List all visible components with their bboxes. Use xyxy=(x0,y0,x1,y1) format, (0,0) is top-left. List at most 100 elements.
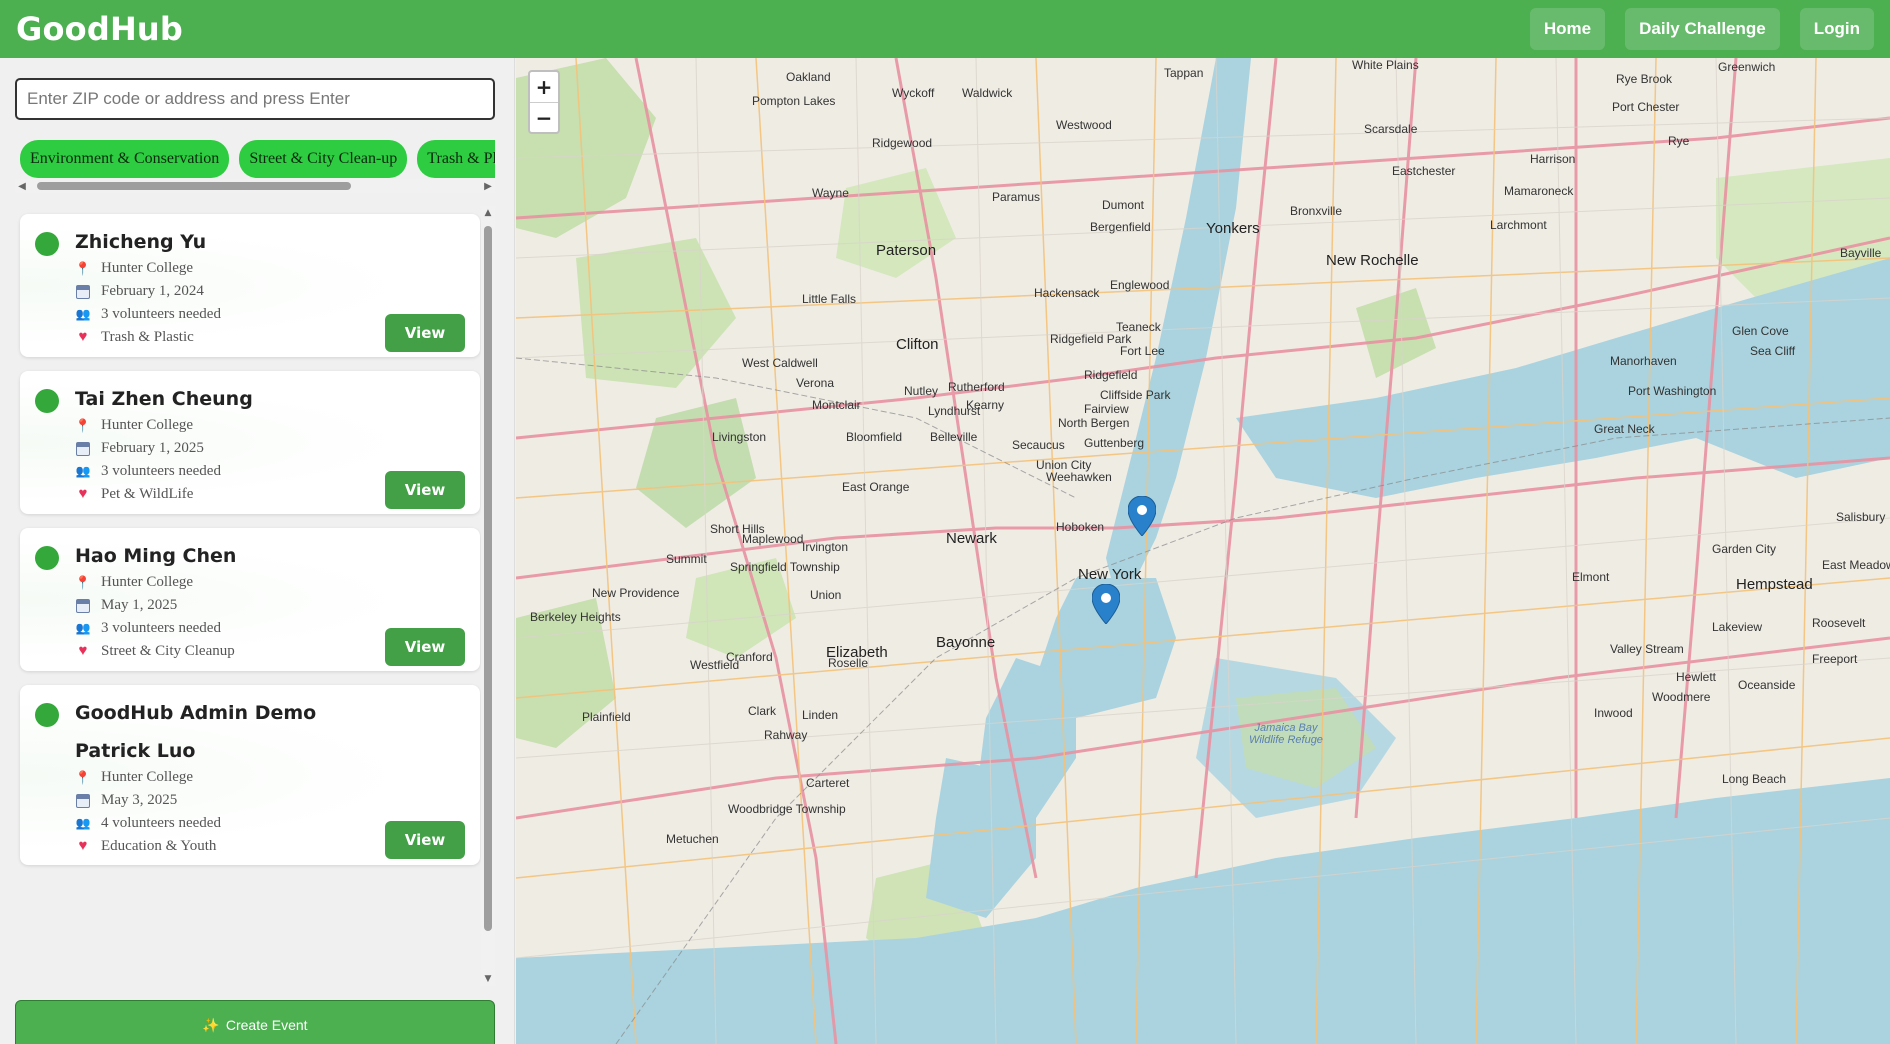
map-label: Fairview xyxy=(1084,402,1129,416)
map-label: Maplewood xyxy=(742,532,804,546)
sparkles-icon: ✨ xyxy=(202,1016,220,1033)
calendar-icon xyxy=(75,598,91,614)
event-location-row: 📍 Hunter College xyxy=(75,769,193,786)
map-label: Woodmere xyxy=(1652,690,1711,704)
search-input[interactable] xyxy=(15,78,495,120)
map-label: Secaucus xyxy=(1012,438,1065,452)
view-event-button[interactable]: View xyxy=(385,821,465,859)
map-label: Salisbury xyxy=(1836,510,1886,524)
map-label: Englewood xyxy=(1110,278,1170,292)
scroll-left-arrow-icon[interactable]: ◀ xyxy=(15,179,29,193)
event-volunteers-row: 👥 3 volunteers needed xyxy=(75,306,221,323)
category-chip-street-cleanup[interactable]: Street & City Clean-up xyxy=(239,140,408,178)
map-label: Hempstead xyxy=(1736,576,1813,593)
map-label: Cliffside Park xyxy=(1100,388,1171,402)
category-scrollbar[interactable]: ◀ ▶ xyxy=(15,179,495,193)
people-icon: 👥 xyxy=(75,816,91,830)
nav-links: Home Daily Challenge Login xyxy=(1529,8,1874,50)
scrollbar-thumb[interactable] xyxy=(37,182,351,190)
event-date-row: February 1, 2024 xyxy=(75,283,204,300)
map-label: Teaneck xyxy=(1116,320,1161,334)
event-title: Tai Zhen Cheung xyxy=(75,388,253,410)
map-label: Wayne xyxy=(812,186,849,200)
event-location-row: 📍 Hunter College xyxy=(75,260,193,277)
event-marker-pin-icon[interactable] xyxy=(1128,496,1156,536)
map-label: Livingston xyxy=(712,430,767,444)
status-dot-icon xyxy=(35,389,59,413)
event-category-row: ♥ Education & Youth xyxy=(75,838,217,855)
create-event-button[interactable]: ✨ Create Event xyxy=(15,1000,495,1044)
scrollbar-thumb[interactable] xyxy=(484,226,492,931)
map-label: Hoboken xyxy=(1056,520,1105,534)
map-label: Port Washington xyxy=(1628,384,1717,398)
map-label: Fort Lee xyxy=(1120,344,1165,358)
map-label: Freeport xyxy=(1812,652,1858,666)
event-title: GoodHub Admin Demo xyxy=(75,702,317,724)
event-category-row: ♥ Street & City Cleanup xyxy=(75,643,235,660)
map-label: Newark xyxy=(946,530,997,547)
event-title: Hao Ming Chen xyxy=(75,545,237,567)
scroll-right-arrow-icon[interactable]: ▶ xyxy=(481,179,495,193)
event-card: Hao Ming Chen 📍 Hunter College May 1, 20… xyxy=(20,528,480,671)
map-label: New York xyxy=(1078,566,1142,583)
event-category-row: ♥ Pet & WildLife xyxy=(75,486,194,503)
event-volunteers: 3 volunteers needed xyxy=(101,620,221,636)
event-marker-pin-icon[interactable] xyxy=(1092,584,1120,624)
event-location: Hunter College xyxy=(101,260,194,276)
event-volunteers-row: 👥 3 volunteers needed xyxy=(75,463,221,480)
map-label: White Plains xyxy=(1352,58,1419,72)
people-icon: 👥 xyxy=(75,621,91,635)
view-event-button[interactable]: View xyxy=(385,471,465,509)
map-label: Glen Cove xyxy=(1732,324,1789,338)
map-label: Ridgefield xyxy=(1084,368,1138,382)
map-label: Paterson xyxy=(876,242,937,259)
login-button[interactable]: Login xyxy=(1799,8,1874,50)
calendar-icon xyxy=(75,793,91,809)
event-location: Hunter College xyxy=(101,769,194,785)
map-label: Inwood xyxy=(1594,706,1633,720)
view-event-button[interactable]: View xyxy=(385,628,465,666)
map-label: Jamaica Bay Wildlife Refuge xyxy=(1249,722,1323,746)
map-label: Bergenfield xyxy=(1090,220,1151,234)
map-label: Bloomfield xyxy=(846,430,903,444)
map-label: Ridgewood xyxy=(872,136,933,150)
map-label: Metuchen xyxy=(666,832,719,846)
status-dot-icon xyxy=(35,546,59,570)
event-list-scrollbar[interactable]: ▲ ▼ xyxy=(481,206,495,986)
view-event-button[interactable]: View xyxy=(385,314,465,352)
category-chip-trash-plastic[interactable]: Trash & Plastic xyxy=(417,140,495,178)
map-label: Wyckoff xyxy=(892,86,935,100)
map-label: Scarsdale xyxy=(1364,122,1418,136)
map-label: Long Beach xyxy=(1722,772,1787,786)
event-list: Zhicheng Yu 📍 Hunter College February 1,… xyxy=(15,206,495,986)
map-label: North Bergen xyxy=(1058,416,1130,430)
daily-challenge-button[interactable]: Daily Challenge xyxy=(1625,8,1780,50)
map-view[interactable]: + − White Plains Yonkers New Rochelle Pa… xyxy=(516,58,1890,1044)
people-icon: 👥 xyxy=(75,464,91,478)
scroll-up-arrow-icon[interactable]: ▲ xyxy=(481,206,495,220)
map-label: Mamaroneck xyxy=(1504,184,1574,198)
map-tiles xyxy=(516,58,1890,1044)
event-date: February 1, 2025 xyxy=(101,440,204,456)
category-chip-environment[interactable]: Environment & Conservation xyxy=(20,140,230,178)
home-button[interactable]: Home xyxy=(1529,8,1606,50)
map-label: Linden xyxy=(802,708,839,722)
map-label: Port Chester xyxy=(1612,100,1680,114)
status-dot-icon xyxy=(35,232,59,256)
map-label: Cranford xyxy=(726,650,773,664)
location-pin-icon: 📍 xyxy=(74,769,92,785)
heart-icon: ♥ xyxy=(78,838,88,854)
map-label: Irvington xyxy=(802,540,849,554)
map-label: Dumont xyxy=(1102,198,1145,212)
map-label: Tappan xyxy=(1164,66,1204,80)
event-location: Hunter College xyxy=(101,574,194,590)
scroll-down-arrow-icon[interactable]: ▼ xyxy=(481,972,495,986)
app-logo[interactable]: GoodHub xyxy=(16,10,183,48)
map-label: Greenwich xyxy=(1718,60,1776,74)
zoom-out-button[interactable]: − xyxy=(530,102,558,132)
map-label: Great Neck xyxy=(1594,422,1655,436)
zoom-in-button[interactable]: + xyxy=(530,72,558,102)
map-label: Manorhaven xyxy=(1610,354,1677,368)
sidebar: Environment & Conservation Street & City… xyxy=(0,58,515,1044)
map-label: Oceanside xyxy=(1738,678,1796,692)
